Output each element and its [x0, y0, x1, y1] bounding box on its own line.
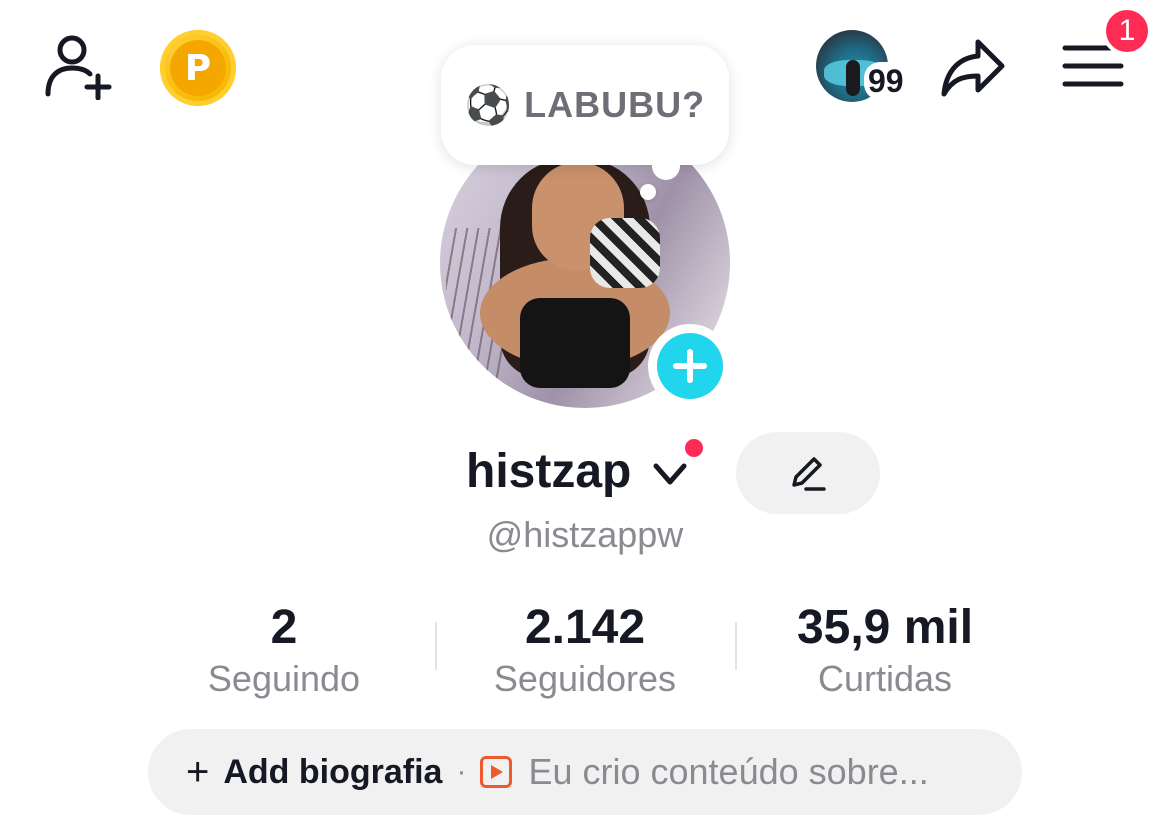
bubble-dot [640, 184, 656, 200]
edit-profile-button[interactable] [736, 432, 880, 514]
avatar-top-shape [520, 298, 630, 388]
stat-following[interactable]: 2 Seguindo [134, 602, 434, 700]
avatar-add-button[interactable] [648, 324, 732, 408]
story-count-badge: 99 [864, 62, 908, 100]
bio-separator: · [456, 755, 467, 788]
avatar-sleeve-shape [590, 218, 660, 288]
soccer-ball-icon: ⚽ [464, 82, 513, 127]
stat-followers[interactable]: 2.142 Seguidores [435, 602, 735, 700]
followers-label: Seguidores [493, 658, 677, 699]
play-icon [480, 756, 513, 788]
followers-count: 2.142 [524, 601, 646, 654]
status-text: LABUBU? [524, 84, 706, 125]
pencil-icon [792, 457, 826, 491]
likes-label: Curtidas [817, 658, 953, 699]
share-profile-button[interactable] [936, 34, 1010, 102]
stat-likes[interactable]: 35,9 mil Curtidas [735, 602, 1035, 700]
following-count: 2 [270, 601, 298, 654]
likes-count: 35,9 mil [796, 601, 974, 654]
add-bio-label: Add biografia [223, 752, 443, 791]
notification-badge: 1 [1102, 6, 1152, 56]
bio-suggestion-text: Eu crio conteúdo sobre... [528, 751, 929, 792]
coin-letter: P [184, 47, 212, 89]
story-figure-image [846, 60, 860, 96]
status-bubble[interactable]: ⚽ LABUBU? [441, 45, 729, 165]
add-bio-button[interactable]: + Add biografia · Eu crio conteúdo sobre… [148, 729, 1022, 815]
handle-row: @histzappw [0, 514, 1170, 556]
add-person-icon [45, 35, 112, 100]
coin-icon: P [170, 40, 226, 96]
add-friend-button[interactable] [38, 30, 118, 102]
username[interactable]: histzap [466, 444, 631, 499]
plus-icon: + [186, 750, 210, 794]
following-label: Seguindo [207, 658, 361, 699]
chevron-down-icon[interactable] [648, 454, 692, 494]
account-alert-dot [682, 436, 706, 460]
user-handle: @histzappw [486, 514, 684, 555]
share-arrow-icon [941, 39, 1005, 97]
plus-icon [657, 333, 723, 399]
coins-button[interactable]: P [160, 30, 236, 106]
